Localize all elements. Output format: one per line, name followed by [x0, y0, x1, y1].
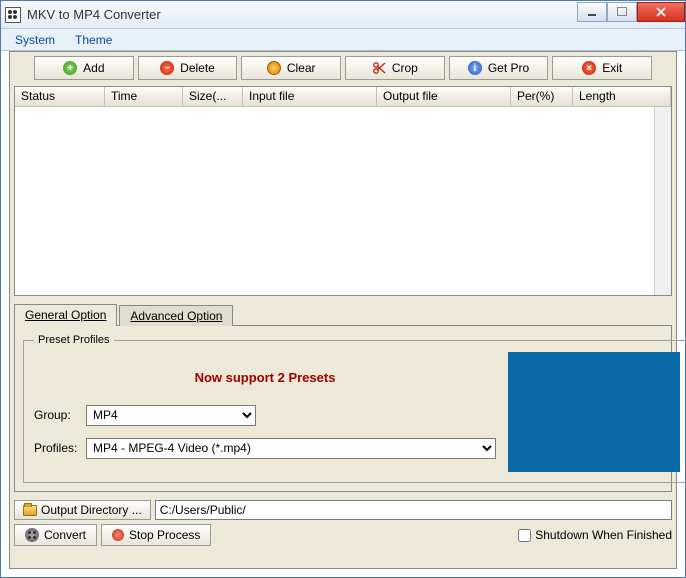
add-button[interactable]: + Add — [34, 56, 134, 80]
maximize-button[interactable] — [607, 2, 637, 22]
col-time[interactable]: Time — [105, 87, 183, 106]
output-directory-input[interactable] — [155, 500, 672, 520]
window-title: MKV to MP4 Converter — [27, 7, 577, 22]
col-length[interactable]: Length — [573, 87, 671, 106]
content-area: + Add − Delete Clear Crop i Get Pro — [9, 51, 677, 569]
close-icon — [656, 7, 666, 17]
titlebar[interactable]: MKV to MP4 Converter — [1, 1, 685, 29]
shutdown-checkbox[interactable] — [518, 529, 531, 542]
stop-icon — [112, 529, 124, 541]
col-input[interactable]: Input file — [243, 87, 377, 106]
folder-icon — [23, 505, 37, 516]
shutdown-label: Shutdown When Finished — [535, 528, 672, 542]
output-directory-label: Output Directory ... — [41, 503, 142, 517]
add-icon: + — [63, 61, 77, 75]
col-output[interactable]: Output file — [377, 87, 511, 106]
app-icon — [5, 7, 21, 23]
general-panel: Preset Profiles Now support 2 Presets Gr… — [14, 325, 672, 492]
file-list: Status Time Size(... Input file Output f… — [14, 86, 672, 296]
output-directory-button[interactable]: Output Directory ... — [14, 500, 151, 520]
app-window: MKV to MP4 Converter System Theme + Add … — [0, 0, 686, 578]
delete-icon: − — [160, 61, 174, 75]
col-size[interactable]: Size(... — [183, 87, 243, 106]
exit-icon: × — [582, 61, 596, 75]
window-buttons — [577, 2, 685, 22]
tab-general[interactable]: General Option — [14, 304, 117, 325]
add-label: Add — [83, 61, 104, 75]
exit-label: Exit — [602, 61, 622, 75]
option-tabs: General Option Advanced Option — [14, 304, 672, 325]
clear-button[interactable]: Clear — [241, 56, 341, 80]
preview-box — [508, 352, 680, 472]
col-per[interactable]: Per(%) — [511, 87, 573, 106]
table-body[interactable] — [15, 107, 654, 295]
getpro-button[interactable]: i Get Pro — [449, 56, 549, 80]
preset-fieldset: Preset Profiles Now support 2 Presets Gr… — [23, 334, 686, 483]
profiles-select[interactable]: MP4 - MPEG-4 Video (*.mp4) — [86, 438, 496, 459]
crop-icon — [372, 61, 386, 75]
stop-label: Stop Process — [129, 528, 200, 542]
clear-label: Clear — [287, 61, 316, 75]
convert-label: Convert — [44, 528, 86, 542]
minimize-button[interactable] — [577, 2, 607, 22]
getpro-label: Get Pro — [488, 61, 529, 75]
menu-system[interactable]: System — [5, 31, 65, 49]
exit-button[interactable]: × Exit — [552, 56, 652, 80]
col-status[interactable]: Status — [15, 87, 105, 106]
table-header: Status Time Size(... Input file Output f… — [15, 87, 671, 107]
menu-theme[interactable]: Theme — [65, 31, 122, 49]
crop-button[interactable]: Crop — [345, 56, 445, 80]
delete-label: Delete — [180, 61, 215, 75]
delete-button[interactable]: − Delete — [138, 56, 238, 80]
vertical-scrollbar[interactable] — [654, 107, 671, 295]
convert-button[interactable]: Convert — [14, 524, 97, 546]
preset-banner: Now support 2 Presets — [34, 366, 496, 393]
shutdown-checkbox-row[interactable]: Shutdown When Finished — [518, 528, 672, 542]
tab-advanced[interactable]: Advanced Option — [119, 305, 233, 326]
convert-icon — [25, 528, 39, 542]
close-button[interactable] — [637, 2, 685, 22]
group-label: Group: — [34, 408, 84, 422]
stop-button[interactable]: Stop Process — [101, 524, 211, 546]
preset-legend: Preset Profiles — [34, 334, 114, 346]
bottom-bar: Output Directory ... Convert Stop Proces… — [14, 500, 672, 546]
profiles-label: Profiles: — [34, 441, 84, 455]
clear-icon — [267, 61, 281, 75]
crop-label: Crop — [392, 61, 418, 75]
pro-icon: i — [468, 61, 482, 75]
menubar: System Theme — [1, 29, 685, 51]
toolbar: + Add − Delete Clear Crop i Get Pro — [10, 52, 676, 86]
group-select[interactable]: MP4 — [86, 405, 256, 426]
